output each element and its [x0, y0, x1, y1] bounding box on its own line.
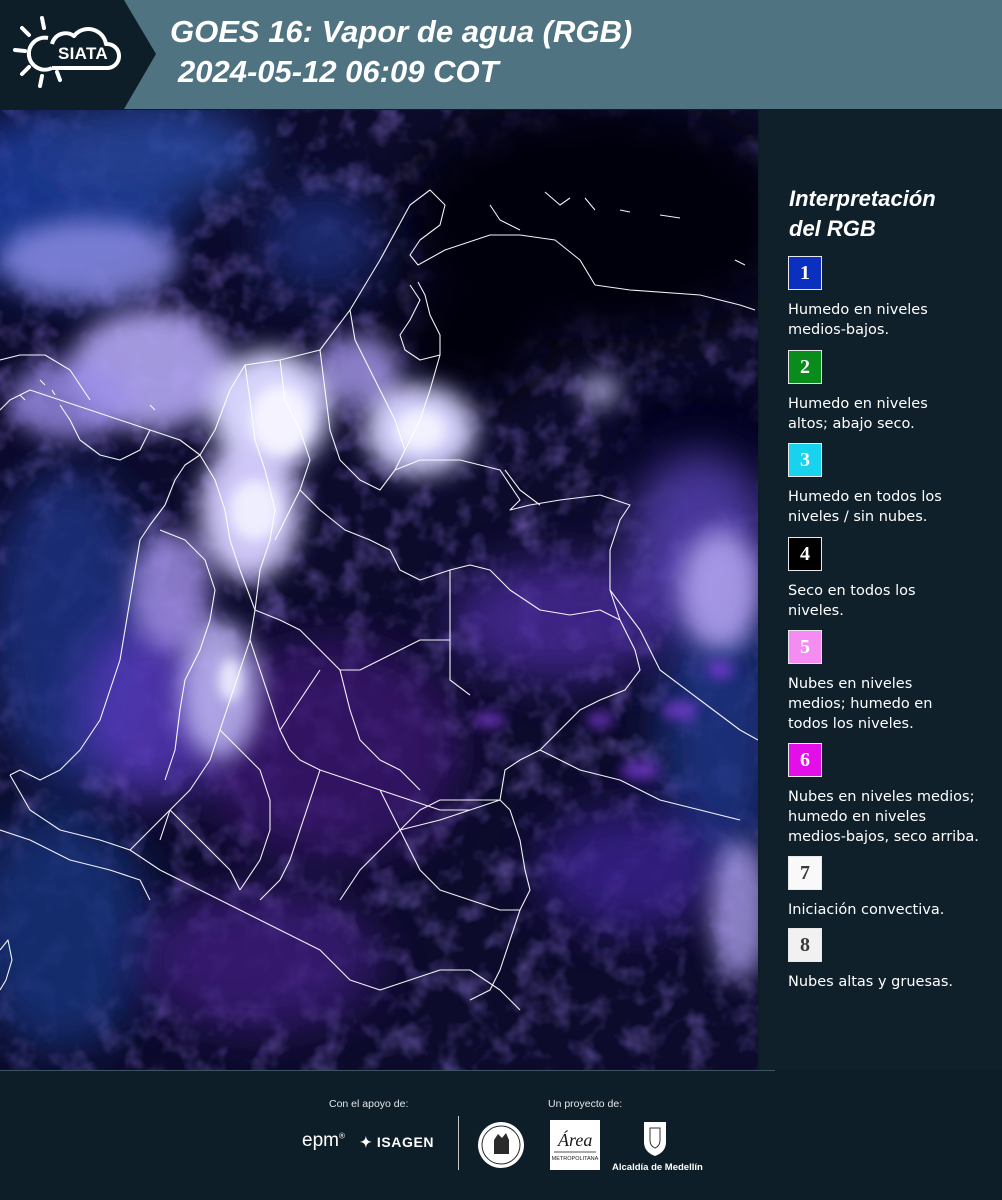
legend-item-5: 5 Nubes en niveles medios; humedo en tod…	[788, 630, 1000, 734]
legend-item-4: 4 Seco en todos los niveles.	[788, 537, 1000, 621]
legend-label: Iniciación convectiva.	[788, 902, 945, 918]
footer-divider-line	[0, 1070, 775, 1071]
area-metropolitana-label: METROPOLITANA	[552, 1156, 599, 1162]
water-vapor-image	[0, 110, 758, 1070]
legend-title: Interpretación del RGB	[789, 186, 936, 241]
legend-number: 2	[800, 355, 810, 378]
area-metropolitana-logo: Área METROPOLITANA	[550, 1120, 600, 1170]
epm-logo: epm®	[302, 1130, 345, 1151]
legend-number: 8	[800, 933, 810, 956]
legend-number: 3	[800, 448, 810, 471]
legend-number: 1	[800, 261, 810, 284]
legend-label: Nubes en niveles medios; humedo en nivel…	[788, 789, 979, 845]
legend-label: Seco en todos los niveles.	[788, 583, 916, 619]
footer: Con el apoyo de: Un proyecto de: epm® ✦ …	[0, 1070, 1002, 1200]
isagen-logo: ✦ ISAGEN	[360, 1134, 434, 1151]
isagen-star-icon: ✦	[360, 1134, 373, 1150]
legend-swatch: 4	[788, 537, 822, 571]
project-label: Un proyecto de:	[548, 1098, 623, 1110]
legend-item-6: 6 Nubes en niveles medios; humedo en niv…	[788, 743, 1000, 847]
legend-label: Nubes altas y gruesas.	[788, 974, 954, 990]
medellin-shield-icon	[644, 1122, 666, 1156]
legend-item-1: 1 Humedo en niveles medios-bajos.	[788, 256, 1000, 340]
legend-swatch: 1	[788, 256, 822, 290]
epm-wordmark: epm	[302, 1130, 339, 1151]
page-title: GOES 16: Vapor de agua (RGB)	[170, 14, 633, 49]
legend-label: Nubes en niveles medios; humedo en todos…	[788, 676, 933, 732]
legend-number: 6	[800, 748, 810, 771]
legend-swatch: 8	[788, 928, 822, 962]
legend-number: 7	[800, 861, 810, 884]
legend-swatch: 5	[788, 630, 822, 664]
legend-swatch: 7	[788, 856, 822, 890]
timestamp-title: 2024-05-12 06:09 COT	[178, 54, 499, 89]
logo-wordmark: SIATA	[58, 44, 108, 63]
legend-label: Humedo en niveles altos; abajo seco.	[788, 396, 928, 432]
medellin-label: Alcaldía de Medellín	[612, 1162, 703, 1173]
legend-item-7: 7 Iniciación convectiva.	[788, 856, 1000, 920]
legend-item-8: 8 Nubes altas y gruesas.	[788, 928, 1000, 992]
seal-logo	[478, 1122, 524, 1168]
satellite-map	[0, 110, 758, 1070]
legend-swatch: 3	[788, 443, 822, 477]
legend-swatch: 2	[788, 350, 822, 384]
svg-text:Área: Área	[557, 1129, 592, 1150]
legend-number: 5	[800, 635, 810, 658]
siata-logo: SIATA	[12, 14, 132, 96]
legend-item-3: 3 Humedo en todos los niveles / sin nube…	[788, 443, 1000, 527]
legend-swatch: 6	[788, 743, 822, 777]
support-label: Con el apoyo de:	[329, 1098, 409, 1110]
isagen-wordmark: ISAGEN	[376, 1134, 435, 1150]
legend-panel: Interpretación del RGB 1 Humedo en nivel…	[760, 110, 1002, 1070]
area-metropolitana-icon: Área METROPOLITANA	[552, 1129, 599, 1162]
legend-item-2: 2 Humedo en niveles altos; abajo seco.	[788, 350, 1000, 434]
header-bar: SIATA GOES 16: Vapor de agua (RGB) 2024-…	[0, 0, 1002, 109]
legend-label: Humedo en niveles medios-bajos.	[788, 302, 928, 338]
footer-vertical-divider	[458, 1116, 459, 1170]
legend-number: 4	[800, 542, 810, 565]
legend-label: Humedo en todos los niveles / sin nubes.	[788, 489, 942, 525]
